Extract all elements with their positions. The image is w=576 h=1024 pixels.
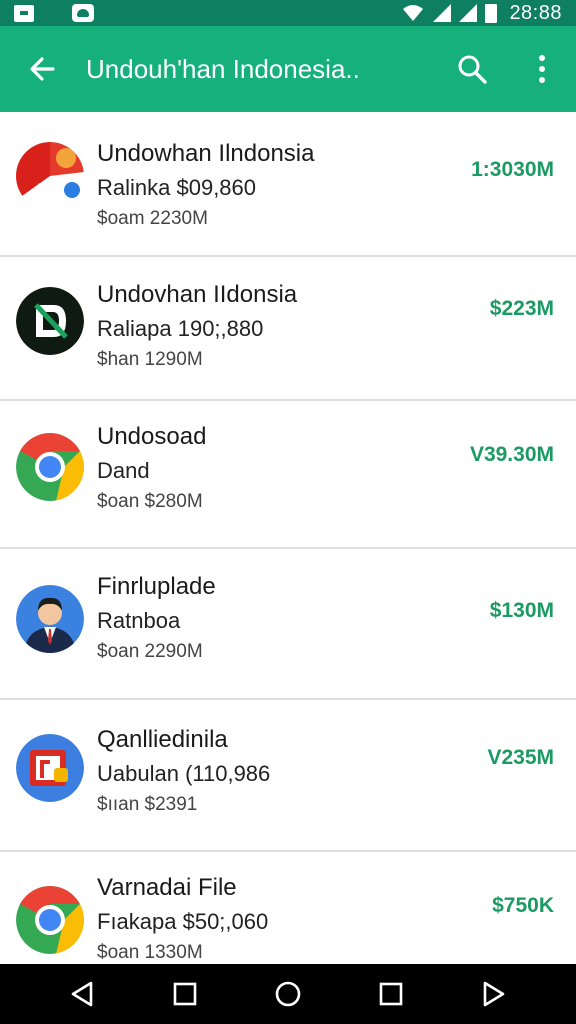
app-list: Undowhan Ilndonsia Ralinka $09,860 $oam … [0, 112, 576, 964]
item-size: $oan $280M [97, 491, 203, 512]
item-price: V39.30M [469, 443, 554, 466]
page-title: Undouh'han Indonesia.. [86, 53, 360, 84]
item-price: 1:3030M [471, 158, 554, 181]
chrome-icon [16, 433, 84, 501]
chrome-icon [16, 886, 84, 954]
item-size: $ııan $2391 [97, 794, 198, 815]
search-button[interactable] [450, 47, 494, 91]
back-triangle-icon [71, 981, 92, 1007]
nav-square-button[interactable] [163, 972, 207, 1016]
square-icon [173, 982, 197, 1006]
nav-back-button[interactable] [60, 972, 104, 1016]
status-bar: 2⁠8:88 [0, 0, 576, 26]
item-subtitle: Raliapa 190;,880 [97, 316, 264, 341]
item-size: $oan 1330M [97, 942, 203, 963]
item-size: $han 1290M [97, 349, 203, 370]
businessman-avatar-icon [16, 585, 84, 653]
item-name: Varnadai File [97, 874, 237, 901]
item-price: V235M [487, 746, 554, 769]
item-name: Undosoad [97, 423, 207, 450]
item-subtitle: Fıakapa $50;,060 [97, 909, 269, 934]
item-size: $oan 2290M [97, 641, 203, 662]
signal-icon-2 [459, 4, 478, 22]
list-item[interactable]: Undowhan Ilndonsia Ralinka $09,860 $oam … [0, 112, 576, 257]
list-item[interactable]: Undovhan IIdonsia Raliapa 190;,880 $han … [0, 257, 576, 401]
arrow-left-icon [30, 57, 55, 81]
home-circle-icon [275, 981, 301, 1007]
more-options-button[interactable] [520, 47, 564, 91]
item-price: $750K [492, 894, 554, 917]
nav-forward-button[interactable] [472, 972, 516, 1016]
list-item[interactable]: Undosoad Dand $oan $280M V39.30M [0, 401, 576, 549]
recents-square-icon [379, 982, 403, 1006]
black-d-app-icon [16, 287, 84, 355]
back-button[interactable] [22, 49, 62, 89]
slides-app-icon [16, 734, 84, 802]
item-subtitle: Ratnboa [97, 608, 181, 633]
item-name: Undovhan IIdonsia [97, 281, 298, 308]
wifi-icon [403, 5, 424, 21]
list-item[interactable]: Qanlliedinila Uabulan (110,986 $ııan $23… [0, 700, 576, 852]
search-icon [458, 55, 487, 84]
red-chat-app-icon [16, 142, 84, 210]
item-subtitle: Uabulan (110,986 [97, 761, 271, 786]
item-name: Finrluplade [97, 573, 216, 600]
app-bar: Undouh'han Indonesia.. [0, 26, 576, 112]
item-name: Qanlliedinila [97, 726, 228, 753]
navigation-bar [0, 964, 576, 1024]
item-price: $130M [489, 599, 554, 622]
nav-recents-button[interactable] [369, 972, 413, 1016]
list-item[interactable]: Varnadai File Fıakapa $50;,060 $oan 1330… [0, 852, 576, 964]
forward-triangle-icon [484, 981, 505, 1007]
item-price: $223M [489, 297, 554, 320]
more-vert-icon [539, 55, 545, 83]
item-subtitle: Dand [97, 458, 150, 483]
notification-box-icon [14, 4, 34, 22]
battery-icon [485, 3, 498, 23]
item-name: Undowhan Ilndonsia [97, 140, 315, 167]
list-item[interactable]: Finrluplade Ratnboa $oan 2290M $130M [0, 549, 576, 700]
nav-home-button[interactable] [266, 972, 310, 1016]
item-size: $oam 2230M [97, 208, 208, 229]
item-subtitle: Ralinka $09,860 [97, 175, 257, 200]
status-time: 2⁠8:88 [509, 1, 562, 24]
signal-icon [433, 4, 452, 22]
android-icon [72, 4, 94, 22]
